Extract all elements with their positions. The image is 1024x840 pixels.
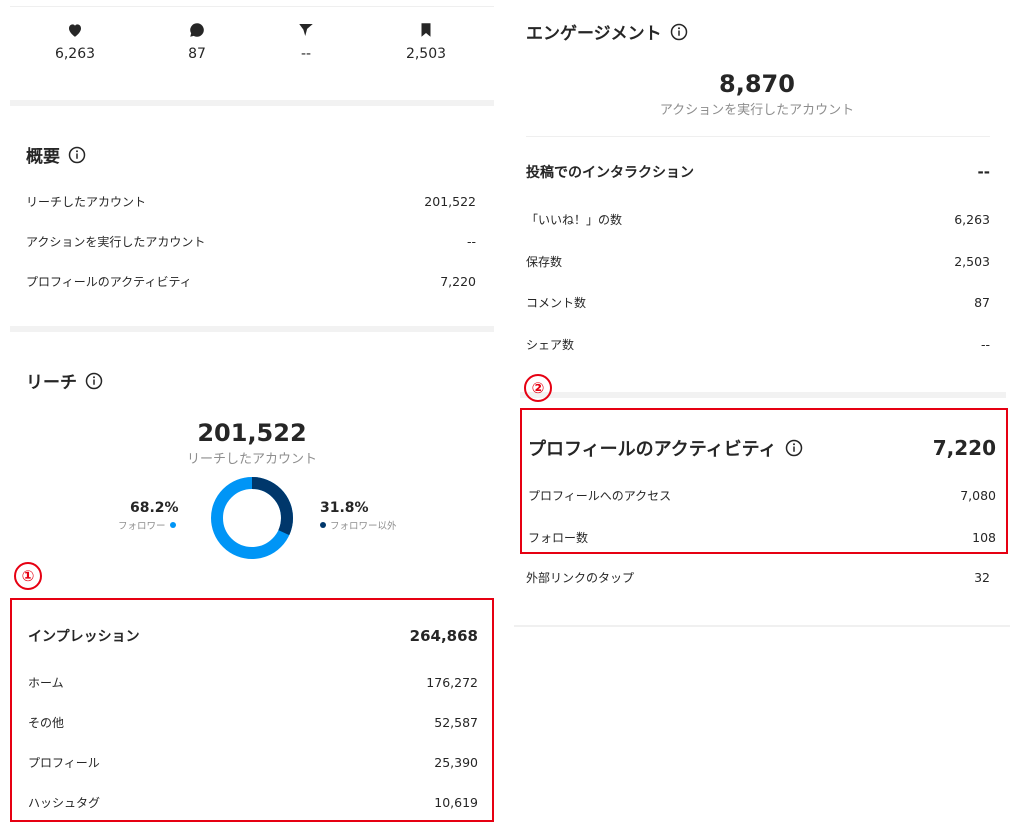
impressions-row-profile: プロフィール 25,390 [28,753,478,771]
row-label: リーチしたアカウント [26,194,147,209]
row-value: 6,263 [954,211,990,227]
row-label: 外部リンクのタップ [526,570,635,585]
row-label: コメント数 [526,295,587,310]
bookmark-icon [421,23,431,37]
row-value: 108 [972,529,996,545]
row-value: 32 [974,569,990,585]
impressions-highlight-box: インプレッション 264,868 ホーム 176,272 その他 52,587 … [10,598,494,822]
impressions-total: 264,868 [409,627,478,645]
non-followers-dot-icon [320,522,326,528]
annotation-marker-2: ② [524,374,552,402]
impressions-total-row: インプレッション 264,868 [28,626,478,646]
row-value: 201,522 [424,193,476,209]
divider [514,625,1010,627]
interactions-title: 投稿でのインタラクション [526,165,694,181]
followers-dot-icon [169,522,176,528]
info-icon[interactable] [68,146,86,164]
section-divider [10,100,494,106]
engagement-heading: エンゲージメント [526,19,688,44]
row-label: プロフィールへのアクセス [528,488,672,503]
non-followers-label: フォロワー以外 [330,521,397,532]
row-value: -- [466,233,476,249]
row-label: プロフィール [28,755,100,770]
row-value: 2,503 [954,253,990,269]
row-label: 「いいね！」の数 [526,212,623,227]
row-value: 52,587 [434,714,478,730]
overview-row-reach: リーチしたアカウント 201,522 [26,192,476,210]
row-value: 25,390 [434,754,478,770]
reach-donut-chart [211,477,293,559]
row-label: ホーム [28,675,64,690]
left-panel: 6,263 87 -- 2,503 概要 リーチしたアカウント 201,522 … [0,0,500,840]
followers-label: フォロワー [118,521,166,532]
comments-count: 87 [188,46,206,62]
saves-count: 2,503 [405,46,447,62]
reach-total: 201,522 [197,419,307,447]
likes-stat: 6,263 [15,21,135,62]
info-icon[interactable] [785,439,803,457]
row-value: 7,080 [960,487,996,503]
row-label: 保存数 [526,254,563,269]
right-panel: エンゲージメント 8,870 アクションを実行したアカウント 投稿でのインタラク… [512,0,1024,840]
interactions-row: 投稿でのインタラクション -- [526,162,990,182]
non-followers-percent: 31.8% [320,500,369,516]
external-link-taps-row: 外部リンクのタップ 32 [526,568,990,586]
row-value: 10,619 [434,794,478,810]
row-label: シェア数 [526,337,575,352]
profile-activity-total-row: プロフィールのアクティビティ 7,220 [528,436,996,460]
overview-row-actions: アクションを実行したアカウント -- [26,232,476,250]
engagement-row-shares: シェア数 -- [526,335,990,353]
profile-activity-total: 7,220 [932,436,996,460]
row-value: 7,220 [440,273,476,289]
engagement-row-saves: 保存数 2,503 [526,252,990,270]
saves-stat: 2,503 [366,21,486,62]
interactions-value: -- [977,163,990,181]
engagement-title: エンゲージメント [526,24,662,44]
annotation-marker-1: ① [14,562,42,590]
profile-activity-row-visits: プロフィールへのアクセス 7,080 [528,486,996,504]
share-icon [299,24,313,36]
shares-stat: -- [246,21,366,62]
section-divider [520,392,1006,398]
reach-title: リーチ [26,373,77,393]
profile-activity-title: プロフィールのアクティビティ [528,439,777,460]
shares-count: -- [300,46,312,62]
overview-row-profile-activity: プロフィールのアクティビティ 7,220 [26,272,476,290]
section-divider [10,326,494,332]
followers-legend: フォロワー [118,518,176,532]
profile-activity-highlight-box: プロフィールのアクティビティ 7,220 プロフィールへのアクセス 7,080 … [520,408,1008,554]
impressions-row-other: その他 52,587 [28,713,478,731]
impressions-title: インプレッション [28,629,140,645]
engagement-total-label: アクションを実行したアカウント [659,103,855,118]
row-label: ハッシュタグ [28,795,101,810]
row-label: プロフィールのアクティビティ [26,274,192,289]
comment-icon [190,23,204,37]
divider [526,136,990,137]
row-value: 176,272 [426,674,478,690]
profile-activity-heading: プロフィールのアクティビティ [528,435,803,461]
engagement-total: 8,870 [719,70,795,98]
row-value: 87 [974,294,990,310]
reach-heading: リーチ [26,368,103,393]
followers-percent: 68.2% [130,500,179,516]
impressions-row-hashtag: ハッシュタグ 10,619 [28,793,478,811]
info-icon[interactable] [670,23,688,41]
row-label: アクションを実行したアカウント [26,234,206,249]
impressions-row-home: ホーム 176,272 [28,673,478,691]
heart-icon [69,24,81,37]
comments-stat: 87 [137,21,257,62]
row-label: その他 [28,715,65,730]
engagement-row-comments: コメント数 87 [526,293,990,311]
profile-activity-row-follows: フォロー数 108 [528,528,996,546]
reach-total-label: リーチしたアカウント [186,452,317,467]
overview-title: 概要 [26,147,60,167]
row-value: -- [980,336,990,352]
info-icon[interactable] [85,372,103,390]
engagement-row-likes: 「いいね！」の数 6,263 [526,210,990,228]
overview-heading: 概要 [26,142,86,167]
non-followers-legend: フォロワー以外 [320,518,397,532]
likes-count: 6,263 [54,46,96,62]
post-stats-row: 6,263 87 -- 2,503 [10,6,494,100]
row-label: フォロー数 [528,530,589,545]
